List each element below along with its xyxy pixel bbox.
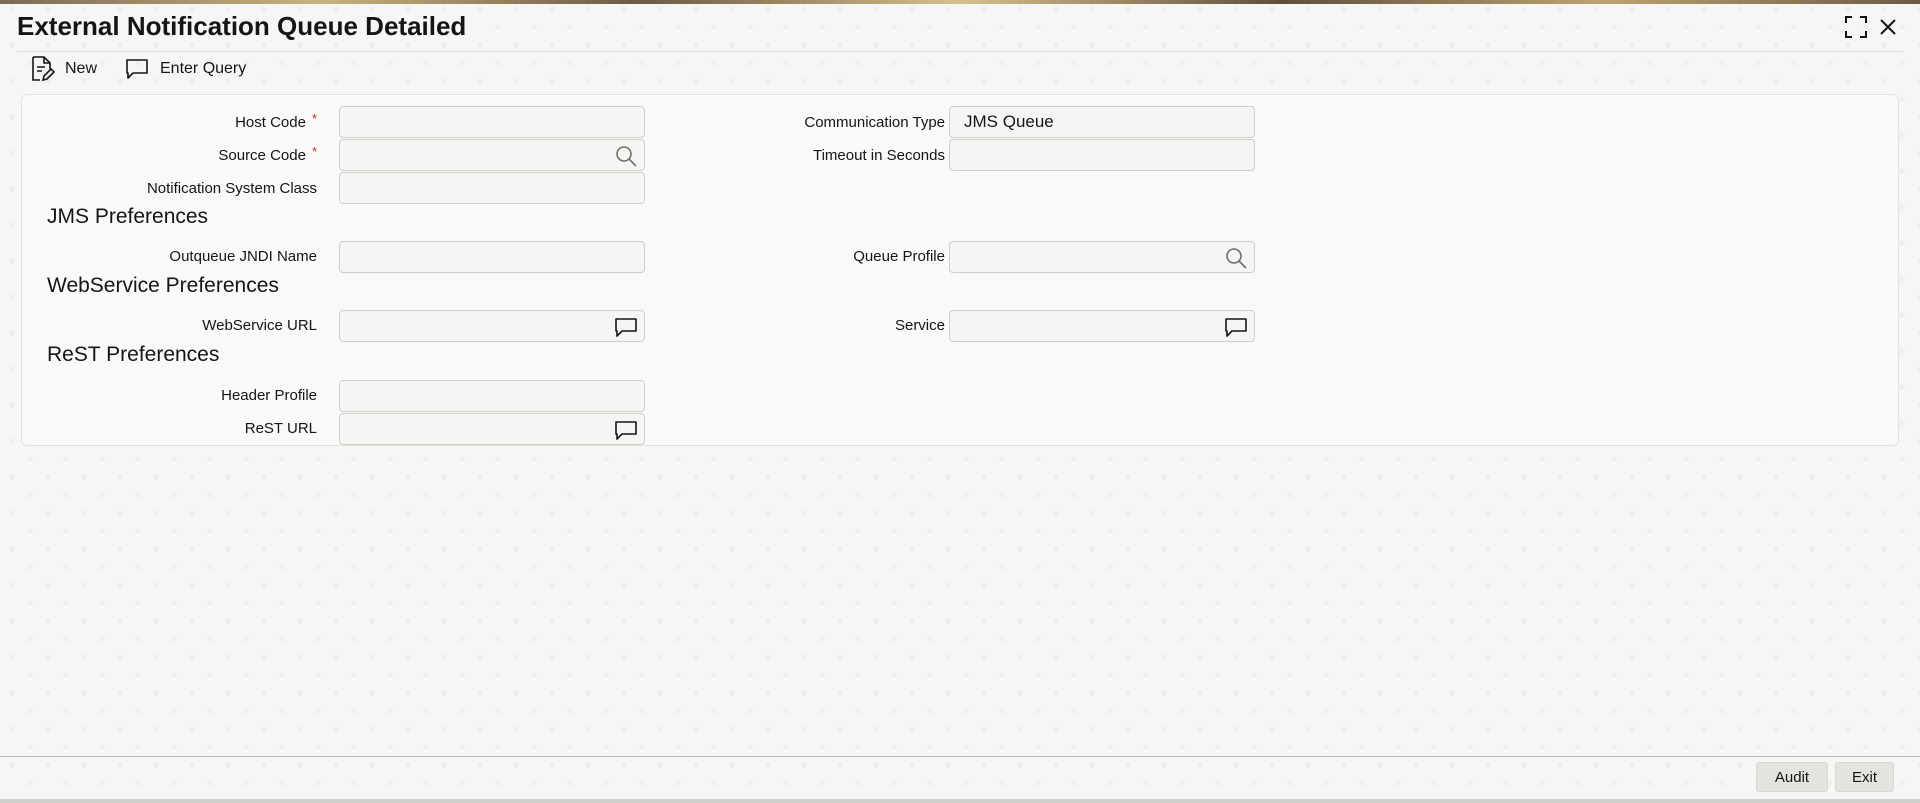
timeout-in-seconds-label: Timeout in Seconds [812, 147, 945, 164]
footer-divider [0, 756, 1920, 757]
close-icon[interactable] [1874, 13, 1902, 41]
new-button-label: New [65, 60, 98, 77]
audit-button[interactable]: Audit [1756, 762, 1828, 792]
enter-query-button-label: Enter Query [160, 60, 247, 77]
new-button[interactable]: New [29, 53, 97, 85]
page-title: External Notification Queue Detailed [17, 11, 467, 41]
timeout-in-seconds-input[interactable] [949, 139, 1255, 171]
queue-profile-label: Queue Profile [853, 248, 945, 265]
exit-button[interactable]: Exit [1835, 762, 1894, 792]
search-icon[interactable] [1223, 245, 1249, 271]
form-panel: Host Code * Communication Type JMS Queue … [21, 94, 1899, 446]
enter-query-button[interactable]: Enter Query [124, 53, 246, 85]
document-edit-icon [32, 56, 55, 82]
communication-type-value: JMS Queue [964, 112, 1054, 131]
rest-preferences-heading: ReST Preferences [47, 343, 220, 366]
queue-profile-input[interactable] [949, 241, 1255, 273]
rest-url-label: ReST URL [244, 420, 317, 437]
footer-decoration-strip [0, 799, 1920, 803]
communication-type-field[interactable]: JMS Queue [949, 106, 1255, 138]
service-input[interactable] [949, 310, 1255, 342]
webservice-preferences-heading: WebService Preferences [47, 274, 279, 297]
header-decoration-strip [0, 0, 1920, 4]
title-divider [17, 51, 1903, 52]
jms-preferences-heading: JMS Preferences [47, 205, 209, 228]
communication-type-label: Communication Type [804, 114, 945, 131]
service-label: Service [894, 317, 945, 334]
header-profile-input[interactable] [339, 380, 645, 412]
chat-bubble-icon[interactable] [1223, 314, 1249, 340]
notification-system-class-input[interactable] [339, 172, 645, 204]
rest-url-input[interactable] [339, 413, 645, 445]
header-profile-label: Header Profile [221, 387, 317, 404]
notification-system-class-label: Notification System Class [146, 180, 317, 197]
chat-bubble-icon[interactable] [613, 417, 639, 443]
maximize-icon[interactable] [1842, 13, 1870, 41]
chat-bubble-icon [126, 59, 148, 79]
